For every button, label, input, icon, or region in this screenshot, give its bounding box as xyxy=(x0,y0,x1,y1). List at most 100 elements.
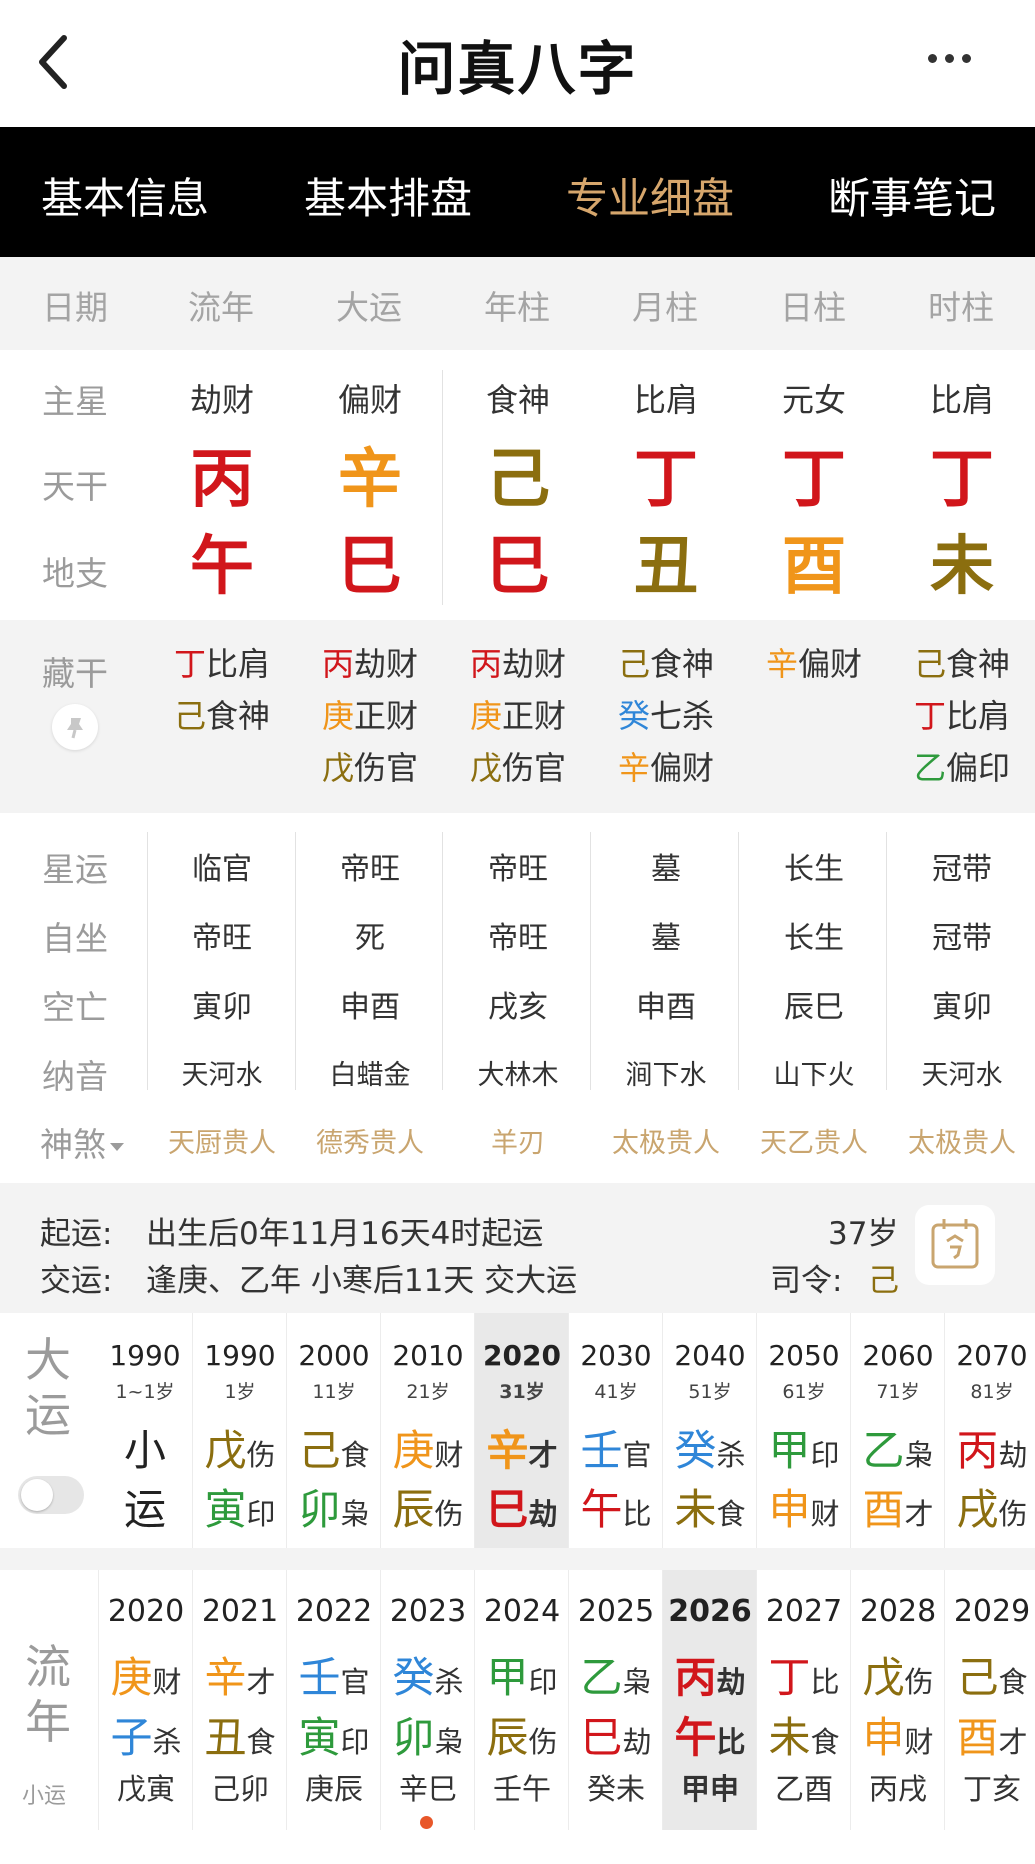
liunian-gan-char: 庚 xyxy=(110,1653,153,1702)
zizuo-hour: 冠带 xyxy=(932,921,992,956)
dayun-year: 1990 xyxy=(109,1339,181,1372)
liunian-column[interactable]: 2027 丁比 未食 乙酉 xyxy=(756,1570,850,1830)
shensha-year[interactable]: 羊刃 xyxy=(444,1121,592,1160)
dayun-gan: 辛才 xyxy=(475,1417,569,1478)
dayun-gan-shishen: 才 xyxy=(528,1438,558,1472)
tiangan-liunian: 丙 xyxy=(190,443,254,517)
liunian-gan-shishen: 劫 xyxy=(716,1665,746,1699)
dayun-gan: 乙枭 xyxy=(851,1417,945,1478)
dayun-column[interactable]: 2060 71岁 乙枭 酉才 xyxy=(850,1313,944,1548)
dayun-gan: 己食 xyxy=(287,1417,381,1478)
dayun-gan: 丙劫 xyxy=(945,1417,1035,1478)
shensha-dayun[interactable]: 德秀贵人 xyxy=(296,1121,444,1160)
qiyun-section: 起运: 出生后0年11月16天4时起运 交运: 逢庚、乙年 小寒后11天 交大运… xyxy=(0,1183,1035,1313)
xiaoyun-ganzhi: 壬午 xyxy=(492,1772,551,1806)
dayun-column[interactable]: 2000 11岁 己食 卯枭 xyxy=(286,1313,380,1548)
shensha-day[interactable]: 天乙贵人 xyxy=(740,1121,888,1160)
dayun-zhi-shishen: 比 xyxy=(622,1497,652,1531)
dayun-gan: 癸杀 xyxy=(663,1417,757,1478)
dayun-column[interactable]: 2050 61岁 甲印 申财 xyxy=(756,1313,850,1548)
zizuo-day: 长生 xyxy=(784,921,844,956)
more-dots-icon[interactable] xyxy=(928,48,988,68)
tab-basic-chart[interactable]: 基本排盘 xyxy=(278,165,498,226)
liunian-column[interactable]: 2029 己食 酉才 丁亥 xyxy=(944,1570,1035,1830)
dayun-column[interactable]: 2070 81岁 丙劫 戌伤 xyxy=(944,1313,1035,1548)
nayin-hour: 天河水 xyxy=(921,1060,1003,1091)
liunian-zhi: 巳劫 xyxy=(569,1704,663,1765)
top-app-bar: 问真八字 xyxy=(0,0,1035,127)
dayun-zhi: 卯枭 xyxy=(287,1476,381,1537)
liunian-column[interactable]: 2023 癸杀 卯枭 辛巳 xyxy=(380,1570,474,1830)
dayun-zhi-shishen: 伤 xyxy=(434,1497,464,1531)
dizhi-hour: 未 xyxy=(930,530,994,604)
canggan-item: 丙劫财 xyxy=(321,645,419,683)
liunian-column[interactable]: 2025 乙枭 巳劫 癸未 xyxy=(568,1570,662,1830)
siling-value: 己 xyxy=(868,1263,899,1299)
siling-label: 司令: xyxy=(770,1263,843,1299)
shensha-hour[interactable]: 太极贵人 xyxy=(888,1121,1035,1160)
liunian-column[interactable]: 2020 庚财 子杀 戊寅 xyxy=(98,1570,192,1830)
current-age: 37岁 xyxy=(828,1216,899,1252)
nayin-month: 涧下水 xyxy=(625,1060,707,1091)
caret-down-icon xyxy=(110,1142,124,1151)
liunian-column[interactable]: 2028 戊伤 申财 丙戌 xyxy=(850,1570,944,1830)
liunian-gan-shishen: 才 xyxy=(246,1665,276,1699)
liunian-gan: 丁比 xyxy=(757,1644,851,1705)
liunian-zhi: 未食 xyxy=(757,1704,851,1765)
dayun-column[interactable]: 2020 31岁 辛才 巳劫 xyxy=(474,1313,568,1548)
dayun-column[interactable]: 2040 51岁 癸杀 未食 xyxy=(662,1313,756,1548)
liunian-column[interactable]: 2024 甲印 辰伤 壬午 xyxy=(474,1570,568,1830)
col-hour: 时柱 xyxy=(928,288,994,327)
canggan-item: 己食神 xyxy=(173,697,271,735)
liunian-column[interactable]: 2022 壬官 寅印 庚辰 xyxy=(286,1570,380,1830)
dayun-age: 71岁 xyxy=(876,1381,920,1403)
xingyun-year: 帝旺 xyxy=(488,852,548,887)
canggan-item: 己食神 xyxy=(617,645,715,683)
dayun-year: 2000 xyxy=(298,1339,370,1372)
xiaoyun-ganzhi: 辛巳 xyxy=(398,1772,457,1806)
liunian-gan: 壬官 xyxy=(287,1644,381,1705)
tab-pro-chart[interactable]: 专业细盘 xyxy=(540,165,760,226)
xiaoyun-ganzhi: 癸未 xyxy=(586,1772,645,1806)
liunian-zhi-char: 午 xyxy=(674,1713,717,1762)
dayun-column[interactable]: 1990 1岁 戊伤 寅印 xyxy=(192,1313,286,1548)
shensha-dropdown[interactable]: 神煞 xyxy=(40,1118,150,1166)
dayun-column[interactable]: 2010 21岁 庚财 辰伤 xyxy=(380,1313,474,1548)
dayun-column[interactable]: 2030 41岁 壬官 午比 xyxy=(568,1313,662,1548)
shensha-liunian[interactable]: 天厨贵人 xyxy=(148,1121,296,1160)
calendar-icon[interactable] xyxy=(915,1205,995,1285)
canggan-item: 庚正财 xyxy=(469,697,567,735)
canggan-item: 庚正财 xyxy=(321,697,419,735)
dayun-zhi-shishen: 劫 xyxy=(528,1497,558,1531)
liunian-column[interactable]: 2026 丙劫 午比 甲申 xyxy=(662,1570,756,1830)
jiaoyun-text: 逢庚、乙年 小寒后11天 交大运 xyxy=(146,1263,578,1299)
tab-bar: 基本信息 基本排盘 专业细盘 断事笔记 xyxy=(0,127,1035,257)
liunian-column[interactable]: 2021 辛才 丑食 己卯 xyxy=(192,1570,286,1830)
liunian-zhi: 卯枭 xyxy=(381,1704,475,1765)
dayun-gan-char: 庚 xyxy=(392,1426,435,1475)
liunian-year: 2026 xyxy=(668,1594,752,1629)
liunian-year: 2024 xyxy=(483,1594,561,1629)
row-label-kongwang: 空亡 xyxy=(42,988,108,1027)
liunian-zhi-char: 丑 xyxy=(204,1713,247,1762)
shensha-month[interactable]: 太极贵人 xyxy=(592,1121,740,1160)
dayun-toggle[interactable] xyxy=(18,1476,84,1514)
liunian-zhi-char: 卯 xyxy=(392,1713,435,1762)
dayun-column[interactable]: 1990 1~1岁小运 xyxy=(98,1313,192,1548)
dayun-zhi: 未食 xyxy=(663,1476,757,1537)
dayun-zhi-char: 酉 xyxy=(862,1485,905,1534)
liunian-gan-shishen: 财 xyxy=(152,1665,182,1699)
col-date: 日期 xyxy=(42,288,108,327)
tab-basic-info[interactable]: 基本信息 xyxy=(15,165,235,226)
col-month: 月柱 xyxy=(632,288,698,327)
zizuo-dayun: 死 xyxy=(355,921,385,956)
pin-icon[interactable] xyxy=(52,704,98,750)
zhuxing-liunian: 劫财 xyxy=(189,381,254,419)
liunian-year: 2028 xyxy=(859,1594,937,1629)
liunian-gan-shishen: 比 xyxy=(810,1665,840,1699)
liunian-gan: 丙劫 xyxy=(663,1644,757,1705)
dizhi-liunian: 午 xyxy=(190,530,254,604)
dayun-year: 1990 xyxy=(204,1339,276,1372)
tab-notes[interactable]: 断事笔记 xyxy=(802,165,1022,226)
dayun-zhi-char: 辰 xyxy=(392,1485,435,1534)
